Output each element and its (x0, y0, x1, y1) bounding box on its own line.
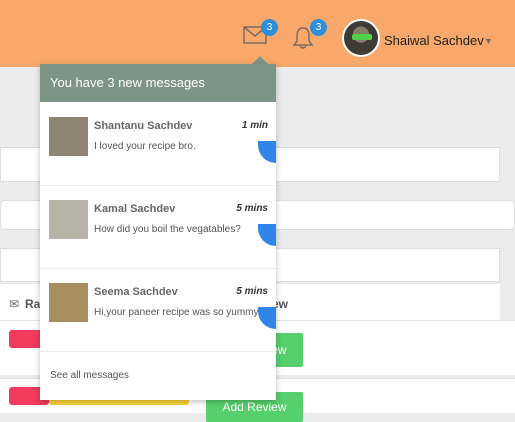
message-indicator (258, 224, 276, 246)
dropdown-title: You have 3 new messages (40, 64, 276, 102)
messages-dropdown: You have 3 new messages Shantanu Sachdev… (40, 64, 276, 400)
user-avatar[interactable] (342, 19, 380, 57)
message-indicator (258, 307, 276, 329)
message-item[interactable]: Kamal Sachdev 5 mins How did you boil th… (40, 186, 276, 269)
sender-avatar (49, 283, 88, 322)
message-indicator (258, 141, 276, 163)
message-sender: Seema Sachdev (94, 286, 178, 298)
message-text: How did you boil the vegatables? (94, 224, 241, 235)
notifications-badge: 3 (310, 19, 327, 36)
mail-icon: ✉ (9, 297, 20, 311)
message-sender: Shantanu Sachdev (94, 120, 193, 132)
sender-avatar (49, 200, 88, 239)
message-time: 1 min (241, 120, 268, 131)
chevron-down-icon[interactable]: ▼ (484, 36, 493, 46)
messages-badge: 3 (261, 19, 278, 36)
rating-header: Ra (25, 297, 41, 311)
message-time: 5 mins (236, 203, 268, 214)
user-name[interactable]: Shaiwal Sachdev (384, 33, 484, 48)
message-text: I loved your recipe bro. (94, 141, 196, 152)
avatar-glasses (352, 34, 372, 40)
sender-avatar (49, 117, 88, 156)
message-item[interactable]: Seema Sachdev 5 mins Hi,your paneer reci… (40, 269, 276, 352)
message-item[interactable]: Shantanu Sachdev 1 min I loved your reci… (40, 103, 276, 186)
message-text: Hi,your paneer recipe was so yummy (94, 307, 259, 318)
message-sender: Kamal Sachdev (94, 203, 176, 215)
message-time: 5 mins (236, 286, 268, 297)
see-all-messages-link[interactable]: See all messages (50, 370, 129, 381)
